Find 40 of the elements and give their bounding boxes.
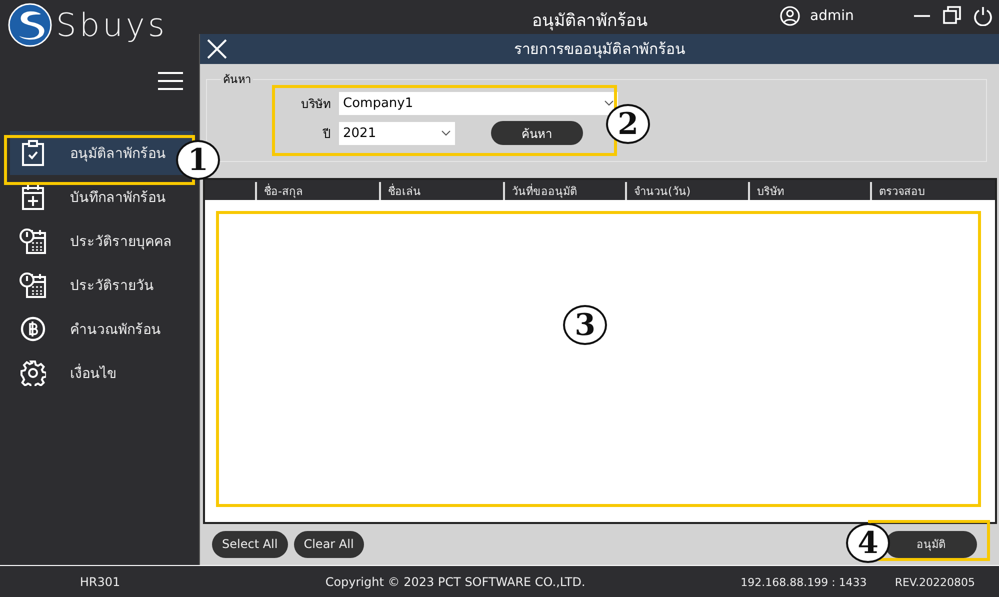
action-button[interactable]: Clear All bbox=[294, 530, 364, 558]
power-icon[interactable] bbox=[973, 6, 993, 26]
sidebar-item[interactable]: คำนวณพักร้อน bbox=[10, 307, 193, 351]
calendar-plus-icon bbox=[21, 184, 45, 210]
baht-coin-icon bbox=[20, 316, 46, 342]
column-header[interactable]: จำนวน(วัน) bbox=[625, 182, 748, 200]
close-icon[interactable] bbox=[206, 38, 228, 60]
window-title: อนุมัติลาพักร้อน bbox=[531, 10, 649, 33]
sidebar-item[interactable]: เงื่อนไข bbox=[10, 351, 193, 395]
chevron-icon bbox=[604, 100, 614, 106]
search-button[interactable]: ค้นหา bbox=[491, 121, 583, 145]
action-button[interactable]: Select All bbox=[212, 530, 288, 558]
clipboard-icon bbox=[21, 140, 45, 166]
clock-calendar-icon bbox=[19, 228, 47, 254]
menu-icon[interactable] bbox=[158, 72, 183, 90]
column-header[interactable]: วันที่ขออนุมัติ bbox=[503, 182, 625, 200]
restore-icon[interactable] bbox=[943, 6, 961, 26]
company-dropdown[interactable]: Company1 bbox=[339, 92, 618, 114]
revision-text: REV.20220805 bbox=[894, 576, 975, 588]
settings-icon bbox=[20, 360, 46, 386]
module-code: HR301 bbox=[78, 575, 122, 589]
server-address: 192.168.88.199 : 1433 bbox=[740, 576, 867, 588]
user-icon bbox=[780, 6, 800, 26]
clock-calendar-icon bbox=[19, 272, 47, 298]
field-label: ปี bbox=[322, 126, 332, 142]
sidebar-item[interactable]: ประวัติรายบุคคล bbox=[10, 219, 193, 263]
column-header[interactable]: ชื่อเล่น bbox=[379, 182, 503, 200]
column-header[interactable]: ตรวจสอบ bbox=[870, 182, 995, 200]
approve-button[interactable]: อนุมัติ bbox=[885, 530, 977, 558]
sidebar-item[interactable]: ประวัติรายวัน bbox=[10, 263, 193, 307]
panel-title: รายการขออนุมัติลาพักร้อน bbox=[513, 39, 686, 60]
column-header[interactable]: บริษัท bbox=[748, 182, 870, 200]
copyright-text: Copyright © 2023 PCT SOFTWARE CO.,LTD. bbox=[324, 575, 586, 589]
chevron-icon bbox=[441, 130, 451, 136]
column-header[interactable]: ชื่อ-สกุล bbox=[255, 182, 379, 200]
field-label: บริษัท bbox=[300, 96, 332, 112]
user-name: admin bbox=[810, 8, 854, 24]
year-dropdown[interactable]: 2021 bbox=[339, 122, 455, 144]
group-label: ค้นหา bbox=[222, 72, 252, 88]
logo-text: Sbuys bbox=[56, 6, 168, 44]
